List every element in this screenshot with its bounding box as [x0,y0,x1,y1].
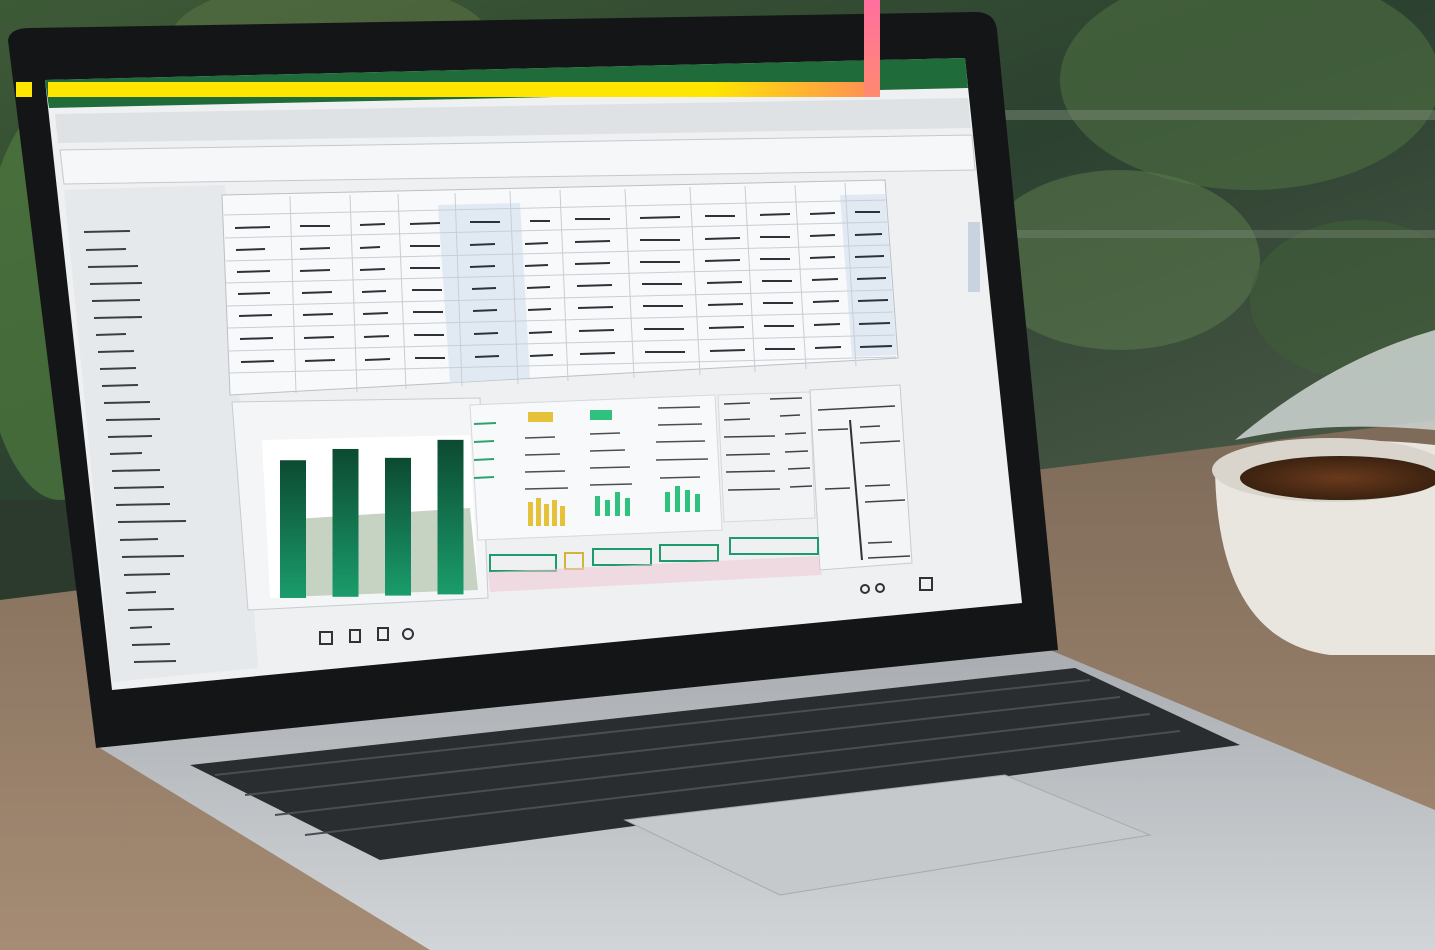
photo-scene [0,0,1435,950]
chart-bar [437,439,464,595]
chart-bar [385,457,411,596]
accent-yellow-bar [48,82,880,97]
info-panel [717,391,816,523]
railing [990,230,1435,238]
chart-bar [332,448,359,597]
scrollbar [968,222,980,292]
accent-pink-vertical [864,0,880,97]
accent-yellow-square [16,82,32,97]
railing [990,110,1435,120]
chart-bar [280,460,306,598]
